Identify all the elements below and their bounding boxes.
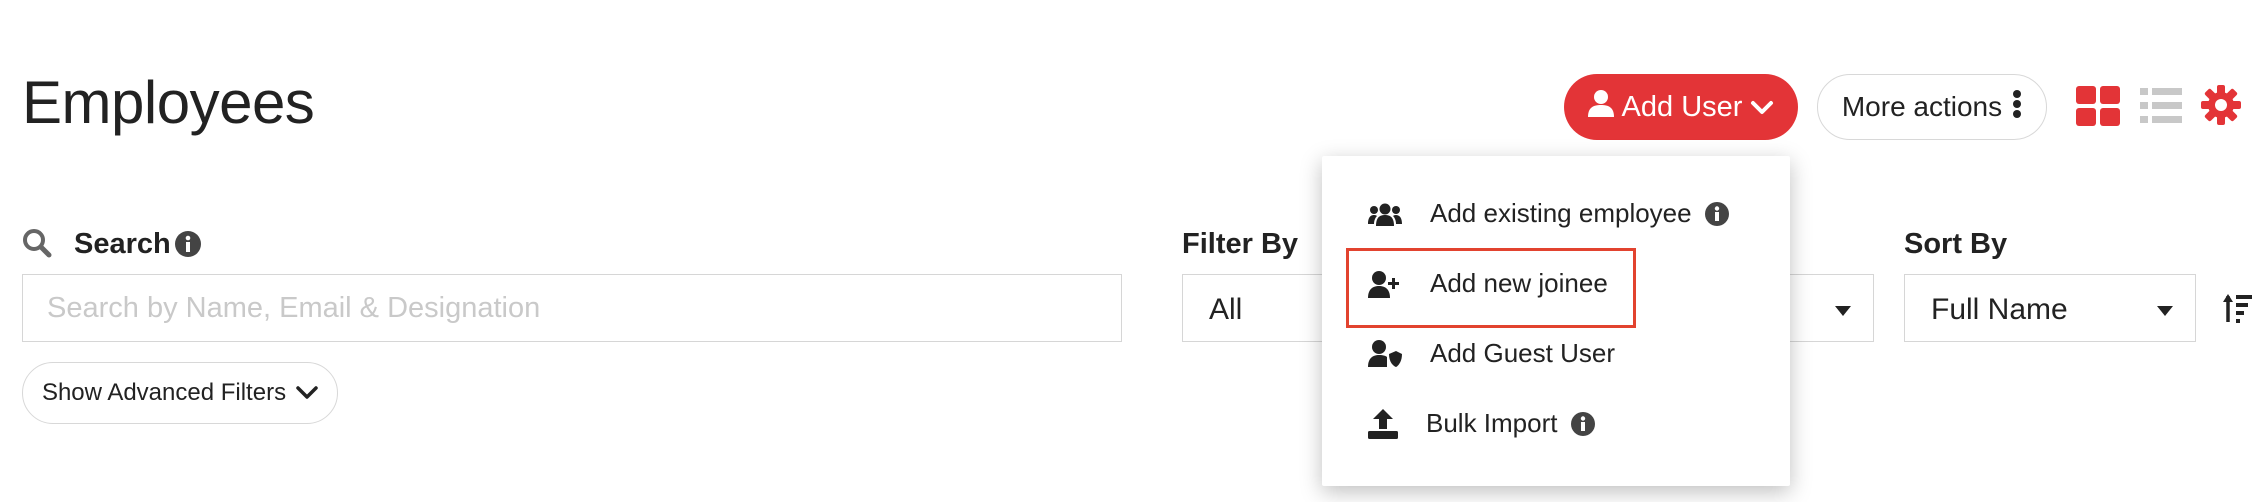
menu-item-add-new-joinee[interactable]: Add new joinee bbox=[1368, 268, 1608, 299]
user-shield-icon bbox=[1368, 339, 1402, 369]
chevron-down-icon bbox=[296, 379, 318, 407]
show-advanced-filters-button[interactable]: Show Advanced Filters bbox=[22, 362, 338, 424]
users-group-icon bbox=[1368, 202, 1402, 226]
menu-item-label: Add Guest User bbox=[1430, 338, 1615, 368]
info-icon[interactable] bbox=[174, 230, 202, 263]
menu-item-label: Add existing employee bbox=[1430, 198, 1692, 228]
filter-by-value: All bbox=[1209, 293, 1243, 326]
sort-by-value: Full Name bbox=[1931, 293, 2068, 326]
menu-item-bulk-import[interactable]: Bulk Import bbox=[1368, 408, 1596, 439]
add-user-label: Add User bbox=[1621, 90, 1743, 123]
chevron-down-icon bbox=[1750, 91, 1774, 124]
add-user-dropdown-menu: Add existing employee Add new joinee Add… bbox=[1322, 156, 1790, 486]
more-actions-button[interactable]: More actions bbox=[1817, 74, 2047, 140]
sort-direction-icon[interactable] bbox=[2222, 292, 2252, 329]
add-user-button[interactable]: Add User bbox=[1564, 74, 1798, 140]
upload-icon bbox=[1368, 408, 1398, 439]
menu-item-add-guest-user[interactable]: Add Guest User bbox=[1368, 338, 1615, 369]
search-input[interactable] bbox=[22, 274, 1122, 342]
more-actions-label: More actions bbox=[1841, 91, 2003, 122]
sort-by-label: Sort By bbox=[1904, 228, 2008, 260]
caret-down-icon bbox=[1835, 303, 1851, 321]
info-icon[interactable] bbox=[1704, 201, 1730, 227]
list-view-icon[interactable] bbox=[2140, 88, 2182, 129]
menu-item-label: Add new joinee bbox=[1430, 268, 1608, 298]
caret-down-icon bbox=[2157, 303, 2173, 321]
info-icon[interactable] bbox=[1570, 411, 1596, 437]
sort-by-select[interactable]: Full Name bbox=[1904, 274, 2196, 342]
user-plus-icon bbox=[1368, 270, 1402, 298]
grid-view-icon[interactable] bbox=[2076, 86, 2120, 131]
gear-icon[interactable] bbox=[2200, 84, 2242, 131]
menu-item-label: Bulk Import bbox=[1426, 408, 1558, 438]
search-label: Search bbox=[74, 228, 171, 260]
page-title: Employees bbox=[22, 69, 315, 136]
user-icon bbox=[1587, 89, 1614, 125]
menu-item-add-existing-employee[interactable]: Add existing employee bbox=[1368, 198, 1730, 229]
search-icon bbox=[22, 228, 52, 263]
vertical-dots-icon bbox=[2012, 89, 2022, 126]
filter-by-label: Filter By bbox=[1182, 228, 1299, 260]
advanced-filters-label: Show Advanced Filters bbox=[41, 379, 287, 406]
